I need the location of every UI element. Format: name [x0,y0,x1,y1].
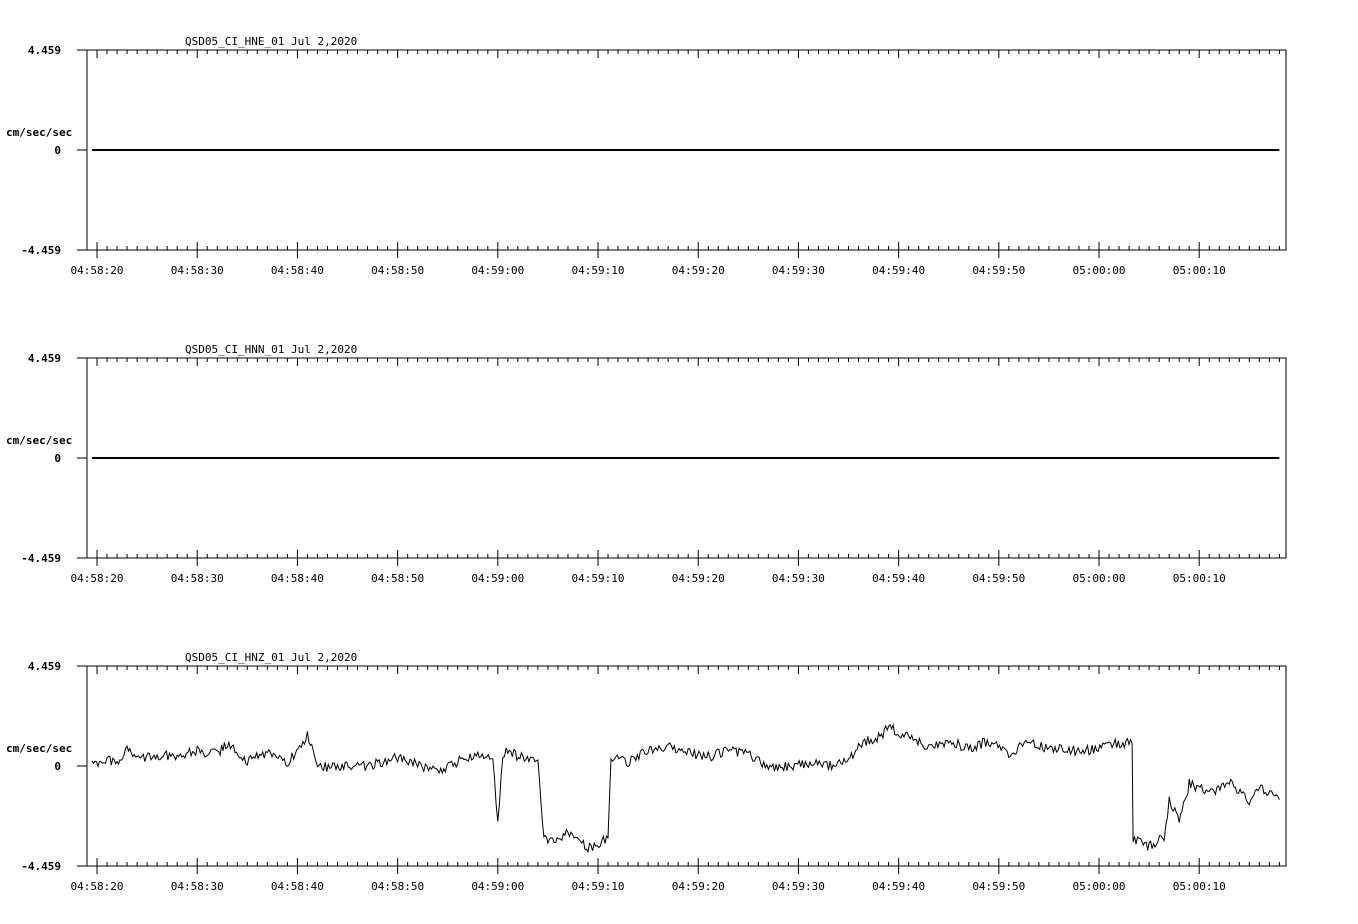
x-tick-label: 04:59:00 [471,264,524,277]
series-line [91,723,1280,854]
y-tick-label: 4.459 [28,44,61,57]
x-tick-label: 04:58:40 [271,880,324,893]
chart-title: QSD05_CI_HNE_01 Jul 2,2020 [185,35,357,48]
x-tick-label: 04:59:10 [572,880,625,893]
x-tick-label: 04:59:10 [572,264,625,277]
seismogram-panel: QSD05_CI_HNE_01 Jul 2,2020 cm/sec/sec 4.45… [6,35,1287,277]
x-tick-label: 04:58:50 [371,264,424,277]
x-tick-label: 04:59:00 [471,880,524,893]
x-tick-label: 04:59:50 [972,572,1025,585]
x-tick-label: 04:59:40 [872,880,925,893]
x-tick-label: 04:58:40 [271,264,324,277]
x-tick-label: 05:00:10 [1173,880,1226,893]
y-tick-label: 0 [54,452,61,465]
seismogram-panel: QSD05_CI_HNZ_01 Jul 2,2020 cm/sec/sec 4.45… [6,651,1287,893]
x-tick-label: 04:58:50 [371,880,424,893]
x-tick-label: 04:59:20 [672,880,725,893]
y-axis-label: cm/sec/sec [6,742,72,755]
x-tick-label: 05:00:10 [1173,264,1226,277]
plot-frame [86,665,1287,867]
x-tick-label: 04:58:50 [371,572,424,585]
x-tick-label: 05:00:00 [1073,572,1126,585]
y-tick-label: 0 [54,760,61,773]
y-tick-label: 4.459 [28,660,61,673]
x-tick-label: 05:00:00 [1073,264,1126,277]
x-tick-label: 04:59:50 [972,264,1025,277]
x-tick-label: 04:59:10 [572,572,625,585]
y-tick-label: -4.459 [21,244,61,257]
y-tick-label: 0 [54,144,61,157]
x-tick-label: 04:58:20 [71,880,124,893]
y-tick-label: 4.459 [28,352,61,365]
x-tick-label: 04:59:30 [772,572,825,585]
x-tick-label: 04:58:30 [171,264,224,277]
x-tick-label: 05:00:00 [1073,880,1126,893]
y-tick-label: -4.459 [21,860,61,873]
y-axis-label: cm/sec/sec [6,126,72,139]
x-tick-label: 05:00:10 [1173,572,1226,585]
x-tick-label: 04:58:20 [71,572,124,585]
x-tick-label: 04:59:40 [872,264,925,277]
x-tick-label: 04:59:50 [972,880,1025,893]
x-tick-label: 04:59:20 [672,572,725,585]
chart-title: QSD05_CI_HNN_01 Jul 2,2020 [185,343,357,356]
y-tick-label: -4.459 [21,552,61,565]
x-tick-label: 04:58:40 [271,572,324,585]
x-tick-label: 04:59:30 [772,264,825,277]
x-tick-label: 04:59:30 [772,880,825,893]
y-axis-label: cm/sec/sec [6,434,72,447]
x-tick-label: 04:58:20 [71,264,124,277]
x-tick-label: 04:59:40 [872,572,925,585]
x-tick-label: 04:59:20 [672,264,725,277]
seismogram-panel: QSD05_CI_HNN_01 Jul 2,2020 cm/sec/sec 4.45… [6,343,1287,585]
x-tick-label: 04:58:30 [171,880,224,893]
chart-title: QSD05_CI_HNZ_01 Jul 2,2020 [185,651,357,664]
seismogram-figure: QSD05_CI_HNE_01 Jul 2,2020 cm/sec/sec 4.45… [6,35,1287,893]
x-tick-label: 04:59:00 [471,572,524,585]
x-tick-label: 04:58:30 [171,572,224,585]
